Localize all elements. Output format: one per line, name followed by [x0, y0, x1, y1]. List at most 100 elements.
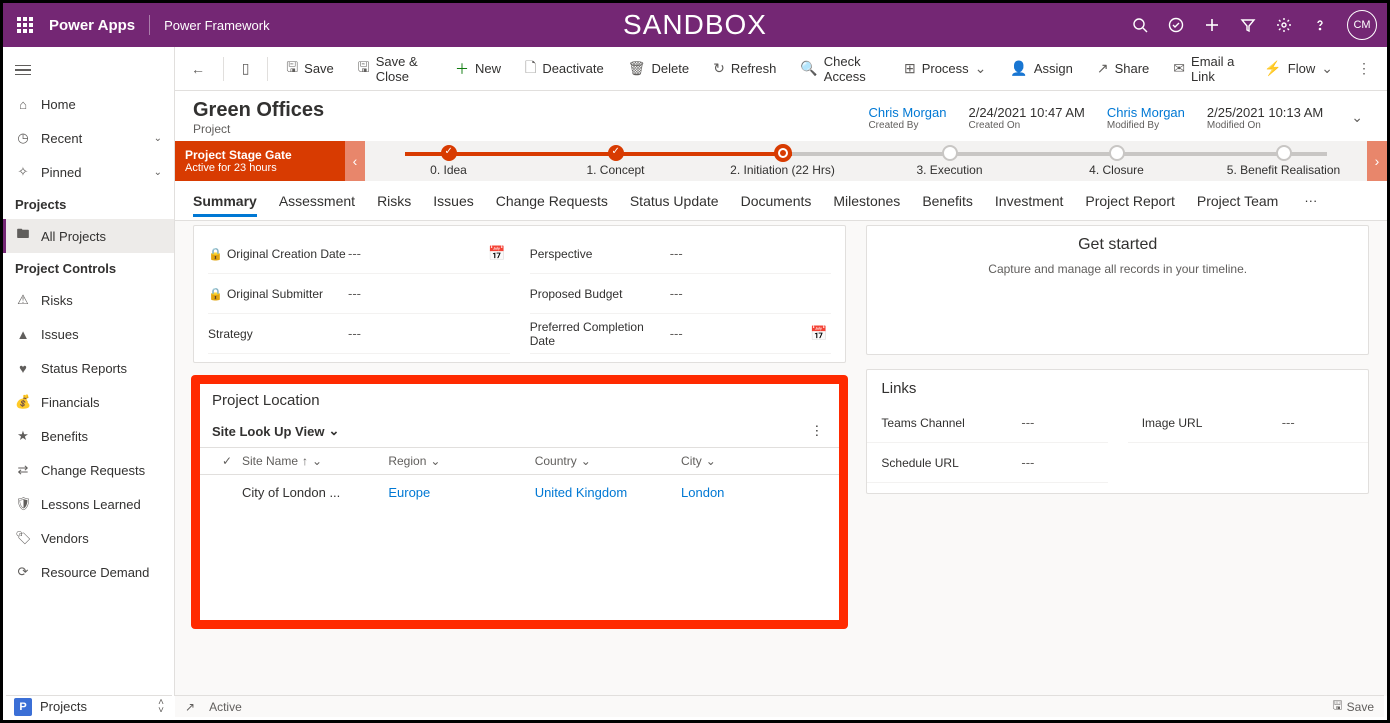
field-image-url[interactable]: Image URL---: [1128, 403, 1368, 443]
open-record-set-button[interactable]: ▯: [232, 54, 260, 83]
field-perspective[interactable]: Perspective ---: [530, 234, 832, 274]
footer-save-button[interactable]: 🖫Save: [1332, 696, 1374, 717]
new-button[interactable]: ＋New: [445, 53, 511, 85]
assign-button[interactable]: 👤Assign: [1000, 54, 1082, 83]
bpf-active-stage-banner[interactable]: Project Stage Gate Active for 23 hours: [175, 141, 345, 181]
nav-benefits[interactable]: ★Benefits: [3, 419, 174, 453]
user-avatar[interactable]: CM: [1347, 10, 1377, 40]
field-original-creation-date[interactable]: 🔒Original Creation Date --- 📅: [208, 234, 510, 274]
add-icon[interactable]: [1203, 16, 1221, 34]
form-header: Green Offices Project Chris MorganCreate…: [175, 91, 1387, 141]
nav-issues[interactable]: ▲Issues: [3, 317, 174, 351]
nav-recent[interactable]: ◷ Recent ⌄: [3, 121, 174, 155]
field-proposed-budget[interactable]: Proposed Budget ---: [530, 274, 832, 314]
tab-documents[interactable]: Documents: [741, 185, 812, 217]
lock-icon: 🔒: [208, 287, 223, 301]
cell-city[interactable]: London: [681, 485, 827, 500]
nav-financials[interactable]: 💰Financials: [3, 385, 174, 419]
chevron-down-icon: ⌄: [706, 454, 716, 468]
calendar-icon[interactable]: 📅: [806, 325, 831, 342]
app-framework-name[interactable]: Power Framework: [164, 18, 269, 33]
tab-summary[interactable]: Summary: [193, 185, 257, 217]
email-link-button[interactable]: ✉Email a Link: [1163, 48, 1250, 90]
save-close-button[interactable]: 🖫Save & Close: [348, 48, 441, 90]
calendar-icon[interactable]: 📅: [484, 245, 509, 262]
app-launcher-icon[interactable]: [11, 11, 39, 39]
timeline-title: Get started: [887, 236, 1348, 254]
help-icon[interactable]: [1311, 16, 1329, 34]
nav-lessons-learned[interactable]: 🛡Lessons Learned: [3, 487, 174, 521]
bpf-stage-0[interactable]: 0. Idea: [365, 141, 532, 181]
tab-status-update[interactable]: Status Update: [630, 185, 719, 217]
nav-resource-demand[interactable]: ⟳Resource Demand: [3, 555, 174, 589]
col-region[interactable]: Region ⌄: [388, 454, 534, 468]
nav-home[interactable]: ⌂ Home: [3, 87, 174, 121]
app-name: Power Apps: [49, 17, 135, 34]
bpf-stage-3[interactable]: 3. Execution: [866, 141, 1033, 181]
filter-icon[interactable]: [1239, 16, 1257, 34]
header-expand-toggle[interactable]: ⌄: [1345, 109, 1369, 126]
tab-assessment[interactable]: Assessment: [279, 185, 355, 217]
col-country[interactable]: Country ⌄: [535, 454, 681, 468]
bpf-stage-1[interactable]: 1. Concept: [532, 141, 699, 181]
nav-change-requests[interactable]: ⇄Change Requests: [3, 453, 174, 487]
check-access-button[interactable]: 🔍Check Access: [790, 48, 890, 90]
settings-icon[interactable]: [1275, 16, 1293, 34]
tab-investment[interactable]: Investment: [995, 185, 1063, 217]
col-city[interactable]: City ⌄: [681, 454, 827, 468]
col-site-name[interactable]: Site Name ↑ ⌄: [242, 454, 388, 468]
area-switcher[interactable]: P Projects ˄˅: [6, 695, 172, 717]
tab-issues[interactable]: Issues: [433, 185, 473, 217]
bpf-prev-button[interactable]: ‹: [345, 141, 365, 181]
tab-project-report[interactable]: Project Report: [1085, 185, 1174, 217]
popout-icon[interactable]: ↗: [185, 700, 195, 714]
back-button[interactable]: ←: [181, 55, 215, 83]
bpf-next-button[interactable]: ›: [1367, 141, 1387, 181]
nav-all-projects[interactable]: 🖿 All Projects: [3, 219, 174, 253]
bpf-stage-5[interactable]: 5. Benefit Realisation: [1200, 141, 1367, 181]
sidebar-toggle[interactable]: [3, 53, 174, 87]
tab-benefits[interactable]: Benefits: [922, 185, 973, 217]
field-preferred-completion-date[interactable]: Preferred Completion Date --- 📅: [530, 314, 832, 354]
task-icon[interactable]: [1167, 16, 1185, 34]
field-strategy[interactable]: Strategy ---: [208, 314, 510, 354]
cell-country[interactable]: United Kingdom: [535, 485, 681, 500]
tab-risks[interactable]: Risks: [377, 185, 411, 217]
header-divider: [149, 15, 150, 35]
subgrid-overflow[interactable]: ⋮: [806, 419, 827, 443]
flow-button[interactable]: ⚡Flow ⌄: [1254, 54, 1343, 83]
refresh-button[interactable]: ↻Refresh: [703, 54, 786, 83]
field-teams-channel[interactable]: Teams Channel---: [867, 403, 1107, 443]
more-vertical-icon: ⋮: [1357, 60, 1371, 77]
tab-milestones[interactable]: Milestones: [833, 185, 900, 217]
nav-status-reports[interactable]: ♥Status Reports: [3, 351, 174, 385]
search-icon[interactable]: [1131, 16, 1149, 34]
nav-risks[interactable]: ⚠Risks: [3, 283, 174, 317]
home-icon: ⌂: [15, 97, 31, 112]
share-button[interactable]: ↗Share: [1087, 54, 1159, 83]
view-selector[interactable]: Site Look Up View⌄: [212, 423, 339, 439]
field-schedule-url[interactable]: Schedule URL---: [867, 443, 1107, 483]
chevron-down-icon: ⌄: [975, 60, 987, 77]
field-original-submitter[interactable]: 🔒Original Submitter ---: [208, 274, 510, 314]
bpf-stage-2[interactable]: 2. Initiation (22 Hrs): [699, 141, 866, 181]
nav-vendors[interactable]: 🏷Vendors: [3, 521, 174, 555]
form-tabs: Summary Assessment Risks Issues Change R…: [175, 181, 1387, 221]
delete-button[interactable]: 🗑Delete: [618, 54, 699, 83]
overflow-button[interactable]: ⋮: [1347, 54, 1381, 83]
process-button[interactable]: ⊞Process ⌄: [894, 54, 996, 83]
subgrid-row[interactable]: City of London ... Europe United Kingdom…: [198, 475, 841, 510]
flow-icon: ⚡: [1264, 60, 1281, 77]
bpf-stage-4[interactable]: 4. Closure: [1033, 141, 1200, 181]
area-switch-icon[interactable]: ˄˅: [158, 699, 164, 715]
record-entity: Project: [193, 122, 324, 136]
tab-change-requests[interactable]: Change Requests: [496, 185, 608, 217]
tab-overflow[interactable]: ···: [1300, 193, 1321, 208]
deactivate-button[interactable]: 🗋Deactivate: [515, 51, 614, 87]
nav-pinned[interactable]: ✧ Pinned ⌄: [3, 155, 174, 189]
cell-region[interactable]: Europe: [388, 485, 534, 500]
save-button[interactable]: 🖫Save: [276, 51, 344, 87]
select-all-checkbox[interactable]: ✓: [212, 454, 242, 468]
tab-project-team[interactable]: Project Team: [1197, 185, 1278, 217]
row-checkbox[interactable]: [212, 485, 242, 500]
